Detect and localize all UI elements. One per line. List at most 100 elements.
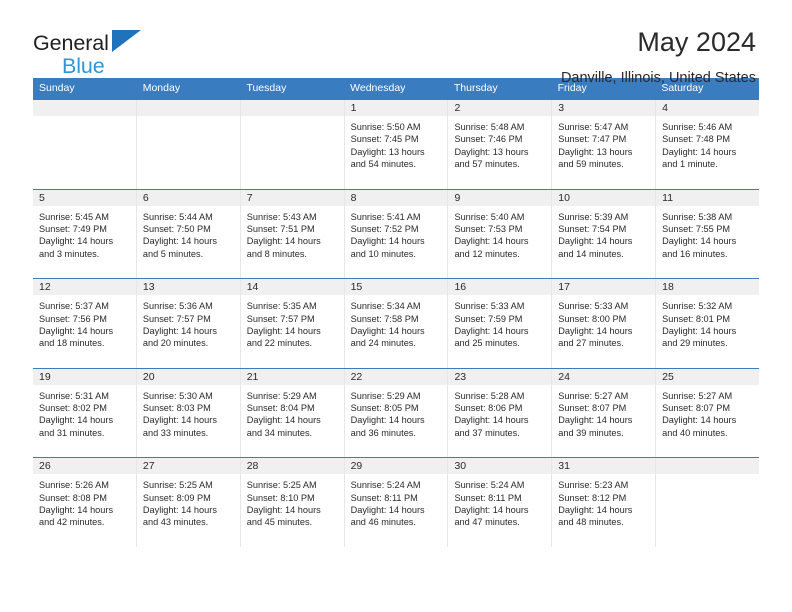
daylight-text-line1: Daylight: 14 hours [662, 325, 737, 336]
sunrise-text: Sunrise: 5:37 AM [39, 301, 109, 312]
day-info: Sunrise: 5:25 AM Sunset: 8:09 PM Dayligh… [137, 474, 240, 528]
sunrise-text: Sunrise: 5:33 AM [558, 301, 629, 312]
sunrise-text: Sunrise: 5:41 AM [350, 211, 421, 222]
sunrise-text: Sunrise: 5:34 AM [350, 301, 421, 312]
sunrise-text: Sunrise: 5:38 AM [662, 211, 733, 222]
day-info: Sunrise: 5:34 AM Sunset: 7:58 PM Dayligh… [345, 295, 448, 349]
sunset-text: Sunset: 8:11 PM [454, 492, 522, 503]
day-number: 4 [656, 100, 760, 116]
sunrise-text: Sunrise: 5:36 AM [142, 301, 213, 312]
sunrise-text: Sunrise: 5:29 AM [246, 390, 317, 401]
sunrise-text: Sunrise: 5:47 AM [558, 122, 629, 132]
daylight-text-line2: and 24 minutes. [350, 338, 416, 349]
generalblue-logo[interactable]: General Blue [33, 26, 145, 77]
day-info: Sunrise: 5:23 AM Sunset: 8:12 PM Dayligh… [552, 474, 655, 528]
day-cell[interactable]: 5 Sunrise: 5:45 AM Sunset: 7:49 PM Dayli… [33, 189, 137, 279]
day-cell[interactable]: 3 Sunrise: 5:47 AM Sunset: 7:47 PM Dayli… [552, 100, 657, 189]
daylight-text-line1: Daylight: 14 hours [39, 325, 114, 336]
day-cell[interactable]: 1 Sunrise: 5:50 AM Sunset: 7:45 PM Dayli… [344, 100, 449, 189]
day-cell[interactable]: 20 Sunrise: 5:30 AM Sunset: 8:03 PM Dayl… [136, 368, 241, 458]
daylight-text-line1: Daylight: 14 hours [558, 505, 633, 516]
calendar-page: General Blue May 2024 Danville, Illinois… [0, 0, 792, 612]
day-info: Sunrise: 5:31 AM Sunset: 8:02 PM Dayligh… [33, 385, 136, 439]
sunset-text: Sunset: 7:45 PM [350, 134, 419, 145]
daylight-text-line2: and 48 minutes. [558, 517, 624, 528]
day-number: 16 [448, 279, 552, 296]
day-cell[interactable]: 10 Sunrise: 5:39 AM Sunset: 7:54 PM Dayl… [552, 189, 657, 279]
day-cell[interactable]: 16 Sunrise: 5:33 AM Sunset: 7:59 PM Dayl… [448, 279, 553, 368]
weekday-header-thursday: Thursday [453, 82, 498, 94]
sunrise-text: Sunrise: 5:46 AM [662, 122, 733, 132]
day-cell[interactable]: 19 Sunrise: 5:31 AM Sunset: 8:02 PM Dayl… [33, 368, 137, 458]
daylight-text-line1: Daylight: 14 hours [454, 325, 529, 336]
day-cell[interactable]: 18 Sunrise: 5:32 AM Sunset: 8:01 PM Dayl… [656, 279, 760, 368]
sunset-text: Sunset: 8:10 PM [246, 492, 315, 503]
day-cell[interactable]: 9 Sunrise: 5:40 AM Sunset: 7:53 PM Dayli… [448, 189, 553, 279]
daylight-text-line1: Daylight: 14 hours [350, 325, 425, 336]
daylight-text-line1: Daylight: 13 hours [350, 146, 425, 157]
day-number: 11 [656, 189, 760, 206]
day-info: Sunrise: 5:33 AM Sunset: 7:59 PM Dayligh… [448, 295, 551, 349]
sunrise-text: Sunrise: 5:32 AM [662, 301, 733, 312]
daylight-text-line1: Daylight: 14 hours [350, 415, 425, 426]
weekday-header-friday: Friday [557, 82, 587, 94]
week-row: 5 Sunrise: 5:45 AM Sunset: 7:49 PM Dayli… [33, 188, 760, 279]
sunrise-text: Sunrise: 5:44 AM [142, 211, 213, 222]
day-info: Sunrise: 5:26 AM Sunset: 8:08 PM Dayligh… [33, 474, 136, 528]
daylight-text-line2: and 40 minutes. [662, 427, 728, 438]
sunrise-text: Sunrise: 5:28 AM [454, 390, 525, 401]
day-info: Sunrise: 5:37 AM Sunset: 7:56 PM Dayligh… [33, 295, 136, 349]
sunrise-text: Sunrise: 5:26 AM [39, 480, 109, 491]
daylight-text-line2: and 1 minute. [662, 159, 718, 170]
sunrise-text: Sunrise: 5:39 AM [558, 211, 629, 222]
day-cell[interactable]: 23 Sunrise: 5:28 AM Sunset: 8:06 PM Dayl… [448, 368, 553, 458]
day-cell[interactable]: 29 Sunrise: 5:24 AM Sunset: 8:11 PM Dayl… [344, 458, 449, 547]
daylight-text-line1: Daylight: 14 hours [558, 236, 633, 247]
day-cell[interactable]: 21 Sunrise: 5:29 AM Sunset: 8:04 PM Dayl… [240, 368, 345, 458]
day-cell[interactable]: 8 Sunrise: 5:41 AM Sunset: 7:52 PM Dayli… [344, 189, 449, 279]
day-cell[interactable]: 15 Sunrise: 5:34 AM Sunset: 7:58 PM Dayl… [344, 279, 449, 368]
page-header: General Blue May 2024 Danville, Illinois… [0, 0, 792, 86]
daylight-text-line2: and 18 minutes. [39, 338, 105, 349]
day-info: Sunrise: 5:27 AM Sunset: 8:07 PM Dayligh… [656, 385, 759, 439]
daylight-text-line1: Daylight: 14 hours [454, 505, 529, 516]
day-cell[interactable]: 28 Sunrise: 5:25 AM Sunset: 8:10 PM Dayl… [240, 458, 345, 547]
day-cell[interactable]: 26 Sunrise: 5:26 AM Sunset: 8:08 PM Dayl… [33, 458, 137, 547]
day-number: 18 [656, 279, 760, 296]
day-cell[interactable]: 6 Sunrise: 5:44 AM Sunset: 7:50 PM Dayli… [136, 189, 241, 279]
day-info: Sunrise: 5:32 AM Sunset: 8:01 PM Dayligh… [656, 295, 759, 349]
day-cell[interactable]: 22 Sunrise: 5:29 AM Sunset: 8:05 PM Dayl… [344, 368, 449, 458]
day-cell[interactable]: 2 Sunrise: 5:48 AM Sunset: 7:46 PM Dayli… [448, 100, 553, 189]
daylight-text-line2: and 57 minutes. [454, 159, 520, 170]
daylight-text-line1: Daylight: 13 hours [454, 146, 529, 157]
day-info: Sunrise: 5:27 AM Sunset: 8:07 PM Dayligh… [552, 385, 655, 439]
day-cell[interactable]: 27 Sunrise: 5:25 AM Sunset: 8:09 PM Dayl… [136, 458, 241, 547]
day-cell[interactable]: 4 Sunrise: 5:46 AM Sunset: 7:48 PM Dayli… [656, 100, 760, 189]
day-info: Sunrise: 5:35 AM Sunset: 7:57 PM Dayligh… [241, 295, 344, 349]
day-info: Sunrise: 5:50 AM Sunset: 7:45 PM Dayligh… [345, 116, 448, 170]
sunset-text: Sunset: 7:56 PM [39, 313, 107, 324]
daylight-text-line2: and 16 minutes. [662, 248, 728, 259]
daylight-text-line2: and 46 minutes. [350, 517, 416, 528]
day-cell[interactable]: 24 Sunrise: 5:27 AM Sunset: 8:07 PM Dayl… [552, 368, 657, 458]
day-number: 14 [240, 279, 344, 296]
day-cell [136, 100, 241, 189]
sunset-text: Sunset: 7:54 PM [558, 223, 627, 234]
day-cell[interactable]: 31 Sunrise: 5:23 AM Sunset: 8:12 PM Dayl… [552, 458, 657, 547]
day-cell[interactable]: 14 Sunrise: 5:35 AM Sunset: 7:57 PM Dayl… [240, 279, 345, 368]
day-cell[interactable]: 30 Sunrise: 5:24 AM Sunset: 8:11 PM Dayl… [448, 458, 553, 547]
daylight-text-line2: and 37 minutes. [454, 427, 520, 438]
weekday-header-monday: Monday [142, 82, 181, 94]
day-cell[interactable]: 25 Sunrise: 5:27 AM Sunset: 8:07 PM Dayl… [656, 368, 760, 458]
day-number: 8 [344, 189, 448, 206]
day-cell[interactable]: 12 Sunrise: 5:37 AM Sunset: 7:56 PM Dayl… [33, 279, 137, 368]
day-cell[interactable]: 13 Sunrise: 5:36 AM Sunset: 7:57 PM Dayl… [136, 279, 241, 368]
sunrise-text: Sunrise: 5:25 AM [246, 480, 317, 491]
sunrise-text: Sunrise: 5:25 AM [142, 480, 213, 491]
day-cell[interactable]: 17 Sunrise: 5:33 AM Sunset: 8:00 PM Dayl… [552, 279, 657, 368]
day-number: 15 [344, 279, 448, 296]
day-cell[interactable]: 7 Sunrise: 5:43 AM Sunset: 7:51 PM Dayli… [240, 189, 345, 279]
day-cell[interactable]: 11 Sunrise: 5:38 AM Sunset: 7:55 PM Dayl… [656, 189, 760, 279]
day-number [33, 100, 136, 116]
daylight-text-line1: Daylight: 14 hours [142, 325, 217, 336]
